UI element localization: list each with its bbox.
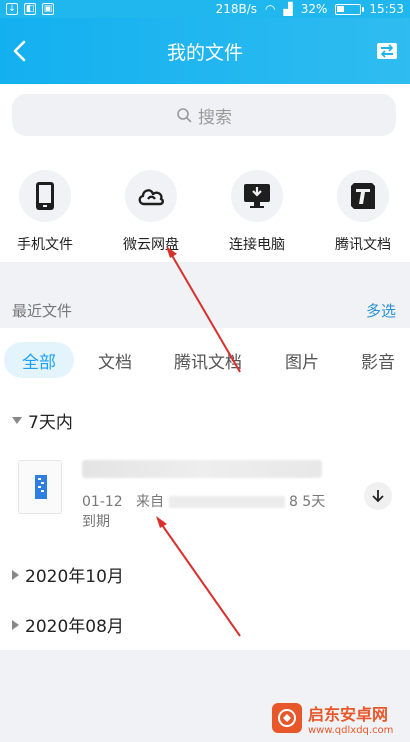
search-icon — [177, 108, 192, 123]
app-header: 我的文件 — [0, 18, 410, 84]
file-meta: 01-12 来自 8 5天 到期 — [82, 492, 342, 532]
file-source-redacted — [168, 496, 285, 508]
file-name-redacted[interactable] — [82, 460, 322, 478]
search-input[interactable]: 搜索 — [12, 94, 396, 136]
group-label: 2020年10月 — [25, 567, 124, 587]
group-label: 7天内 — [28, 413, 73, 433]
expand-right-icon — [12, 619, 19, 630]
watermark-logo-icon — [272, 703, 302, 733]
recent-files-header: 最近文件 多选 — [0, 290, 410, 328]
recent-files-title: 最近文件 — [12, 302, 73, 320]
quick-connect-pc[interactable]: 连接电脑 — [224, 170, 290, 254]
expand-down-icon — [12, 417, 22, 424]
cloud-icon — [138, 189, 164, 206]
signal-icon: ▟ — [283, 2, 293, 16]
status-bar: ↓ ◧ ▣ 218B/s ◠ ▟ 32% 15:53 — [0, 0, 410, 18]
file-expiry: 8 5天 — [288, 494, 326, 510]
tencent-docs-icon — [351, 183, 375, 209]
search-placeholder: 搜索 — [198, 107, 232, 128]
file-source-label: 来自 — [136, 494, 165, 510]
quick-label: 腾讯文档 — [335, 237, 391, 253]
group-2020-08[interactable]: 2020年08月 — [12, 612, 124, 637]
quick-phone-files[interactable]: 手机文件 — [12, 170, 78, 254]
tab-tencent-docs[interactable]: 腾讯文档 — [160, 342, 256, 378]
clock: 15:53 — [369, 2, 404, 16]
wifi-icon: ◠ — [265, 2, 276, 16]
battery-percent: 32% — [300, 2, 328, 16]
group-7-days[interactable]: 7天内 — [12, 408, 73, 433]
watermark-title: 启东安卓网 — [308, 704, 389, 724]
section-divider — [0, 262, 410, 290]
tab-all[interactable]: 全部 — [4, 342, 74, 378]
page-title: 我的文件 — [166, 42, 243, 64]
download-button[interactable] — [364, 482, 392, 510]
sort-icon[interactable] — [376, 40, 398, 62]
tab-documents[interactable]: 文档 — [84, 342, 146, 378]
battery-icon — [335, 3, 365, 15]
file-date: 01-12 — [82, 494, 123, 510]
quick-label: 手机文件 — [17, 237, 73, 253]
group-2020-10[interactable]: 2020年10月 — [12, 562, 124, 587]
quick-label: 微云网盘 — [123, 237, 179, 253]
tab-images[interactable]: 图片 — [272, 342, 332, 378]
multi-select-button[interactable]: 多选 — [366, 300, 396, 321]
filter-tabs: 全部 文档 腾讯文档 图片 影音 — [0, 338, 410, 382]
tab-media[interactable]: 影音 — [348, 342, 408, 378]
watermark: 启东安卓网 www.qdlxdq.com — [272, 698, 406, 738]
app-notification-icon: ◧ — [24, 3, 36, 15]
file-expiry-suffix: 到期 — [82, 514, 110, 530]
download-arrow-icon — [372, 490, 384, 503]
notification-icon: ↓ — [6, 3, 18, 15]
quick-label: 连接电脑 — [229, 237, 285, 253]
android-icon: ▣ — [42, 3, 54, 15]
file-panel: 搜索 手机文件 微云网盘 连接电脑 腾讯文档 最近文件 多选 全部 文档 腾讯文… — [0, 84, 410, 650]
phone-icon — [36, 182, 54, 210]
quick-weiyun-drive[interactable]: 微云网盘 — [118, 170, 184, 254]
monitor-icon — [244, 184, 270, 208]
expand-right-icon — [12, 569, 19, 580]
network-speed: 218B/s — [215, 2, 258, 16]
quick-tencent-docs[interactable]: 腾讯文档 — [330, 170, 396, 254]
watermark-url: www.qdlxdq.com — [308, 724, 394, 736]
zip-file-icon — [18, 460, 62, 514]
group-label: 2020年08月 — [25, 617, 124, 637]
